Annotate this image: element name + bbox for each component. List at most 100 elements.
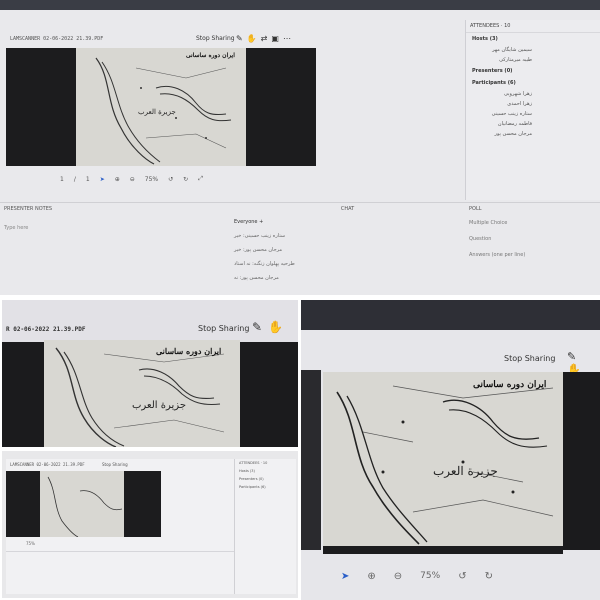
zoom-level[interactable]: 75% [26, 541, 35, 546]
chat-everyone-tab[interactable]: Everyone [234, 219, 258, 225]
map-title: ایران دوره ساسانی [156, 346, 222, 356]
zoom-in-icon[interactable]: ⊕ [115, 176, 120, 183]
attendees-header: ATTENDEES · 10 [239, 461, 268, 465]
zoom-in-icon[interactable]: ⊕ [367, 571, 375, 582]
chat-recipient[interactable]: Everyone + [230, 215, 465, 229]
map-image [40, 471, 124, 537]
map-drawing [336, 385, 554, 545]
zoom-out-icon[interactable]: ⊖ [394, 571, 402, 582]
presenters-section[interactable]: Presenters (0) [466, 65, 600, 77]
fullscreen-icon[interactable]: ▣ [271, 34, 283, 43]
map-region-label: جزیرة العرب [138, 108, 176, 116]
page-current[interactable]: 1 [60, 176, 64, 183]
poll-pod: POLL Multiple Choice Question Answers (o… [465, 202, 600, 295]
document-controls: 1 / 1 ➤ ⊕ ⊖ 75% ↺ ↻ ⤢ [60, 172, 320, 186]
horizontal-scrollbar[interactable] [323, 546, 563, 554]
stop-sharing-button[interactable]: Stop Sharing [102, 462, 128, 467]
attendee-participant[interactable]: مرجان محسن پور [466, 129, 546, 139]
attendees-pod: ATTENDEES · 10 Hosts (3) سیمین شایگان مه… [465, 20, 600, 200]
redo-icon[interactable]: ↻ [183, 176, 188, 183]
connect-room-screen: LAMSCANNER 02-06-2022 21.39.PDF Stop Sha… [6, 459, 296, 594]
chat-label: CHAT [340, 206, 355, 212]
poll-type-select[interactable]: Multiple Choice [465, 215, 600, 231]
map-drawing [47, 476, 123, 537]
participants-section[interactable]: Participants (6) [235, 483, 296, 491]
sync-icon[interactable]: ⇄ [261, 34, 272, 43]
file-name: LAMSCANNER 02-06-2022 21.39.PDF [10, 36, 104, 42]
map-image: ایران دوره ساسانی جزیرة العرب [323, 372, 563, 547]
hand-icon[interactable]: ✋ [268, 320, 289, 334]
share-tools: ✎✋ [252, 320, 289, 334]
poll-answers-input[interactable]: Answers (one per line) [465, 247, 600, 263]
participants-section[interactable]: Participants (6) [466, 77, 600, 89]
share-background [563, 372, 600, 550]
hosts-section[interactable]: Hosts (3) [466, 33, 600, 45]
map-region-label: جزیرة العرب [433, 464, 498, 478]
shared-document-area [6, 471, 161, 537]
share-background [240, 342, 298, 447]
chat-message: ستاره زینب حسینی: خیر [234, 233, 286, 239]
share-background [301, 370, 321, 550]
undo-icon[interactable]: ↺ [168, 176, 173, 183]
photo-share-closeup: R 02-06-2022 21.39.PDF Stop Sharing ✎✋ ا… [2, 300, 298, 447]
shared-document-area: ایران دوره ساسانی جزیرة العرب [6, 48, 316, 166]
stop-sharing-button[interactable]: Stop Sharing [198, 324, 249, 333]
attendee-participant[interactable]: زهرا احمدی [466, 99, 546, 109]
page-separator: / [73, 175, 76, 183]
page-total: 1 [85, 175, 90, 183]
zoom-out-icon[interactable]: ⊖ [130, 176, 135, 183]
share-toolbar: LAMSCANNER 02-06-2022 21.39.PDF Stop Sha… [0, 32, 320, 48]
pen-icon[interactable]: ✎ [567, 350, 582, 363]
attendees-pod: ATTENDEES · 10 Hosts (3) Presenters (0) … [234, 459, 296, 594]
zoom-level[interactable]: 75% [420, 571, 440, 581]
poll-label: POLL [469, 206, 482, 212]
photo-collage: LAMSCANNER 02-06-2022 21.39.PDF Stop Sha… [0, 0, 600, 600]
attendee-participant[interactable]: فاطمه رمضانیان [466, 119, 546, 129]
map-title: ایران دوره ساسانی [473, 380, 547, 390]
more-icon[interactable]: ⋯ [283, 34, 295, 43]
pen-icon[interactable]: ✎ [252, 320, 268, 334]
share-tools: ✎✋⇄▣⋯ [236, 34, 295, 43]
map-drawing [95, 57, 232, 165]
share-background [2, 342, 44, 447]
chat-add-button[interactable]: + [259, 219, 263, 225]
chat-message: مرجان محسن پور: خیر [234, 247, 283, 253]
redo-icon[interactable]: ↻ [485, 571, 493, 582]
notes-input[interactable]: Type here [0, 215, 230, 241]
map-title: ایران دوره ساسانی [186, 52, 235, 59]
attendee-host[interactable]: طیبه میرمتارکی [466, 55, 546, 65]
stop-sharing-button[interactable]: Stop Sharing [196, 35, 235, 42]
attendee-participant[interactable]: ستاره زینب حسینی [466, 109, 546, 119]
map-image: ایران دوره ساسانی جزیرة العرب [76, 48, 246, 166]
chat-message: طرحیه پهلوان زنگنه: نه استاد [234, 261, 295, 267]
map-image: ایران دوره ساسانی جزیرة العرب [44, 340, 240, 447]
pointer-icon[interactable]: ➤ [100, 176, 105, 183]
map-drawing [55, 347, 225, 447]
hand-icon[interactable]: ✋ [247, 34, 261, 43]
map-region-label: جزیرة العرب [132, 400, 186, 411]
stop-sharing-button[interactable]: Stop Sharing [504, 354, 555, 363]
file-name: R 02-06-2022 21.39.PDF [6, 326, 86, 333]
zoom-level[interactable]: 75% [145, 176, 158, 183]
attendee-participant[interactable]: زهرا شهرویی [466, 89, 546, 99]
undo-icon[interactable]: ↺ [458, 571, 466, 582]
file-name: LAMSCANNER 02-06-2022 21.39.PDF [10, 462, 85, 467]
notes-label: PRESENTER NOTES [4, 206, 53, 212]
presenter-notes-pod: PRESENTER NOTES Type here [0, 202, 230, 295]
poll-question-input[interactable]: Question [465, 231, 600, 247]
connect-room-screen: LAMSCANNER 02-06-2022 21.39.PDF Stop Sha… [0, 10, 600, 295]
chat-pod: CHAT Everyone + ستاره زینب حسینی: خیر مر… [230, 202, 465, 295]
photo-room-far: LAMSCANNER 02-06-2022 21.39.PDF Stop Sha… [2, 451, 298, 598]
document-controls: ➤ ⊕ ⊖ 75% ↺ ↻ [341, 566, 596, 586]
attendee-host[interactable]: سیمین شایگان مهر [466, 45, 546, 55]
chat-message: مرجان محسن پور: نه [234, 275, 279, 281]
pen-icon[interactable]: ✎ [236, 34, 247, 43]
hosts-section[interactable]: Hosts (3) [235, 467, 296, 475]
fit-icon[interactable]: ⤢ [198, 175, 203, 183]
attendees-header: ATTENDEES · 10 [466, 20, 600, 33]
lower-pods [6, 551, 234, 594]
pointer-icon[interactable]: ➤ [341, 571, 349, 582]
monitor-bezel [301, 300, 600, 330]
presenters-section[interactable]: Presenters (0) [235, 475, 296, 483]
photo-full-room: LAMSCANNER 02-06-2022 21.39.PDF Stop Sha… [0, 0, 600, 295]
